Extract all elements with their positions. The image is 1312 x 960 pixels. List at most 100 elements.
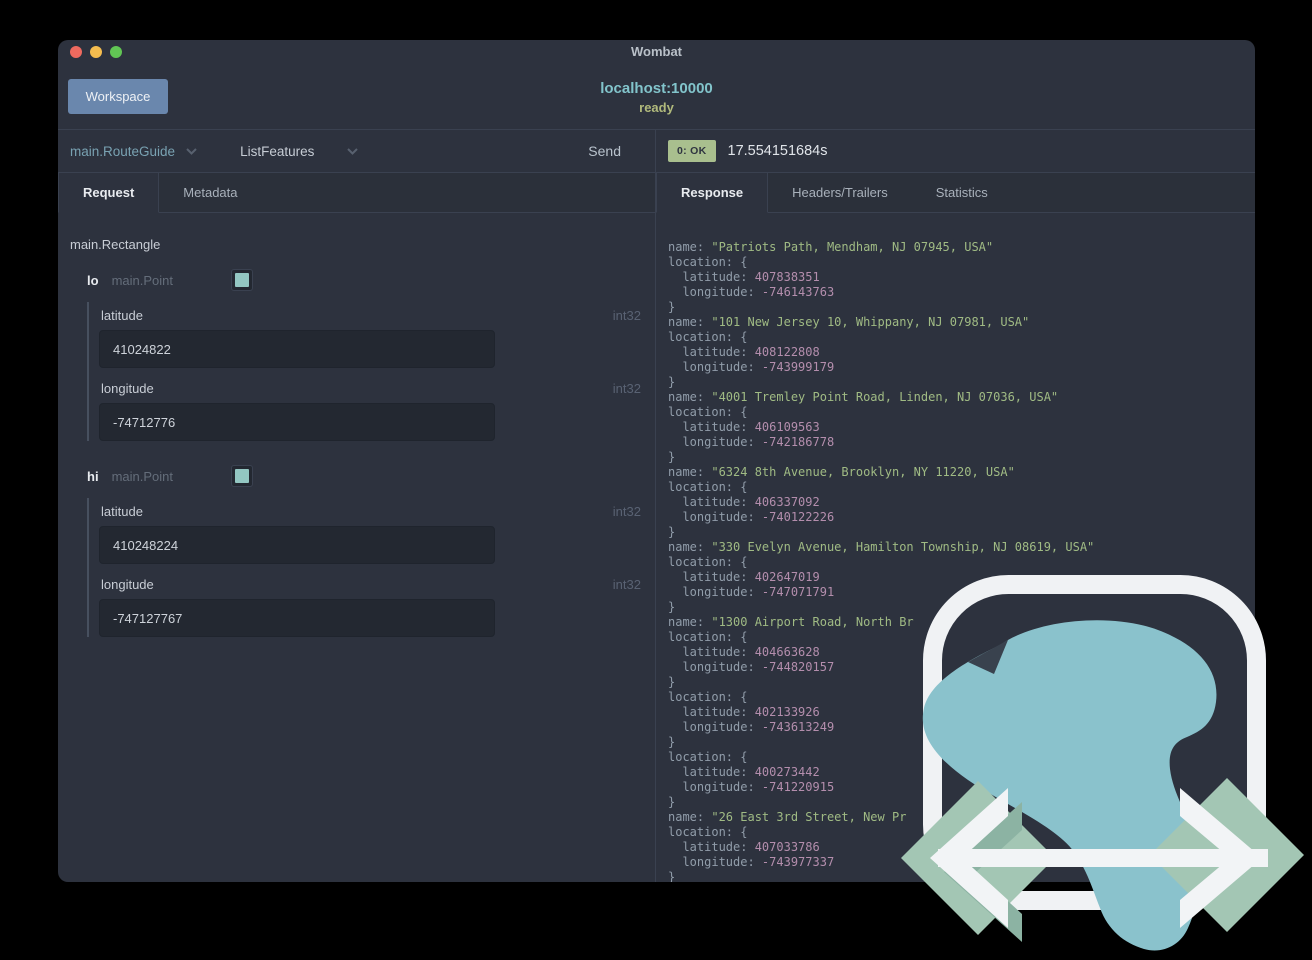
response-line: name: "4001 Tremley Point Road, Linden, …	[668, 390, 1255, 405]
response-key: name:	[668, 615, 712, 629]
window-title: Wombat	[630, 44, 683, 59]
field-type: int32	[612, 381, 641, 396]
response-number: -744820157	[761, 660, 835, 674]
request-form: main.Rectangle lo main.Point latitude int32…	[58, 213, 655, 882]
server-info: localhost:10000 ready	[58, 80, 1255, 115]
field-type: int32	[612, 577, 641, 592]
response-line: location: {	[668, 330, 1255, 345]
request-tabbar: Request Metadata	[58, 173, 655, 213]
response-key: }	[668, 735, 676, 749]
response-line: name: "6324 8th Avenue, Brooklyn, NY 112…	[668, 465, 1255, 480]
response-key: location: {	[668, 255, 748, 269]
response-line: latitude: 406337092	[668, 495, 1255, 510]
group-header: lo main.Point	[87, 269, 643, 291]
response-key: latitude:	[668, 420, 755, 434]
field-label: longitude	[101, 577, 154, 592]
response-key: latitude:	[668, 645, 755, 659]
chevron-down-icon	[186, 147, 197, 155]
field-latitude: latitude int32	[99, 302, 643, 368]
latitude-input[interactable]	[99, 526, 495, 564]
response-key: longitude:	[668, 780, 762, 794]
method-name: ListFeatures	[240, 143, 315, 159]
response-line: latitude: 406109563	[668, 420, 1255, 435]
response-line: latitude: 402133926	[668, 705, 1255, 720]
response-line: longitude: -744820157	[668, 660, 1255, 675]
response-line: location: {	[668, 690, 1255, 705]
response-key: location: {	[668, 555, 748, 569]
longitude-input[interactable]	[99, 403, 495, 441]
response-key: name:	[668, 240, 712, 254]
response-number: 400273442	[754, 765, 820, 779]
group-type: main.Point	[111, 272, 173, 288]
latitude-input[interactable]	[99, 330, 495, 368]
send-button[interactable]: Send	[588, 130, 621, 172]
server-address: localhost:10000	[600, 80, 713, 97]
duration-label: 17.554151684s	[727, 143, 828, 159]
response-line: location: {	[668, 255, 1255, 270]
response-key: latitude:	[668, 495, 755, 509]
response-line: }	[668, 375, 1255, 390]
response-number: -747071791	[761, 585, 835, 599]
response-key: latitude:	[668, 270, 755, 284]
field-label-row: longitude int32	[99, 375, 643, 403]
response-key: name:	[668, 390, 712, 404]
response-line: location: {	[668, 825, 1255, 840]
response-key: }	[668, 525, 676, 539]
response-number: 406337092	[754, 495, 820, 509]
response-key: latitude:	[668, 345, 755, 359]
response-line: longitude: -743999179	[668, 360, 1255, 375]
response-line: name: "26 East 3rd Street, New Pr	[668, 810, 1255, 825]
point-checkbox[interactable]	[230, 465, 253, 487]
service-select[interactable]: main.RouteGuide	[70, 144, 198, 159]
response-number: -742186778	[761, 435, 835, 449]
tab-statistics[interactable]: Statistics	[911, 173, 1012, 213]
response-string: "4001 Tremley Point Road, Linden, NJ 070…	[711, 390, 1059, 404]
response-key: location: {	[668, 750, 748, 764]
checkbox-fill-icon	[234, 273, 249, 287]
response-key: }	[668, 375, 676, 389]
status-badge: 0: OK	[668, 140, 716, 162]
response-line: longitude: -743977337	[668, 855, 1255, 870]
method-select[interactable]: ListFeatures	[240, 144, 359, 159]
tab-request[interactable]: Request	[58, 173, 160, 213]
point-checkbox[interactable]	[230, 269, 253, 291]
tab-headers-trailers[interactable]: Headers/Trailers	[768, 173, 912, 213]
response-key: name:	[668, 540, 712, 554]
response-key: }	[668, 795, 676, 809]
response-line: }	[668, 525, 1255, 540]
server-status: ready	[639, 100, 674, 115]
field-label-row: latitude int32	[99, 302, 643, 330]
chevron-down-icon	[347, 147, 359, 155]
response-key: location: {	[668, 630, 748, 644]
response-key: }	[668, 600, 676, 614]
response-line: name: "330 Evelyn Avenue, Hamilton Towns…	[668, 540, 1255, 555]
response-line: longitude: -746143763	[668, 285, 1255, 300]
response-line: }	[668, 450, 1255, 465]
response-number: 406109563	[754, 420, 820, 434]
response-line: longitude: -742186778	[668, 435, 1255, 450]
response-line: longitude: -741220915	[668, 780, 1255, 795]
response-number: 404663628	[754, 645, 820, 659]
response-line: name: "Patriots Path, Mendham, NJ 07945,…	[668, 240, 1255, 255]
tab-metadata[interactable]: Metadata	[159, 173, 262, 213]
response-key: longitude:	[668, 285, 762, 299]
field-label-row: latitude int32	[99, 498, 643, 526]
response-key: location: {	[668, 405, 748, 419]
response-line: }	[668, 675, 1255, 690]
response-string: "6324 8th Avenue, Brooklyn, NY 11220, US…	[711, 465, 1015, 479]
app-window: Wombat Workspace localhost:10000 ready m…	[58, 40, 1255, 882]
tab-response[interactable]: Response	[656, 173, 769, 213]
response-key: latitude:	[668, 705, 755, 719]
response-string: "Patriots Path, Mendham, NJ 07945, USA"	[711, 240, 994, 254]
service-name: main.RouteGuide	[70, 143, 176, 159]
response-line: location: {	[668, 405, 1255, 420]
response-line: location: {	[668, 630, 1255, 645]
response-line: latitude: 408122808	[668, 345, 1255, 360]
response-key: name:	[668, 810, 712, 824]
response-number: 402133926	[754, 705, 820, 719]
field-latitude: latitude int32	[99, 498, 643, 564]
response-number: -740122226	[761, 510, 835, 524]
tabbar-filler	[261, 173, 655, 213]
longitude-input[interactable]	[99, 599, 495, 637]
response-key: latitude:	[668, 765, 755, 779]
